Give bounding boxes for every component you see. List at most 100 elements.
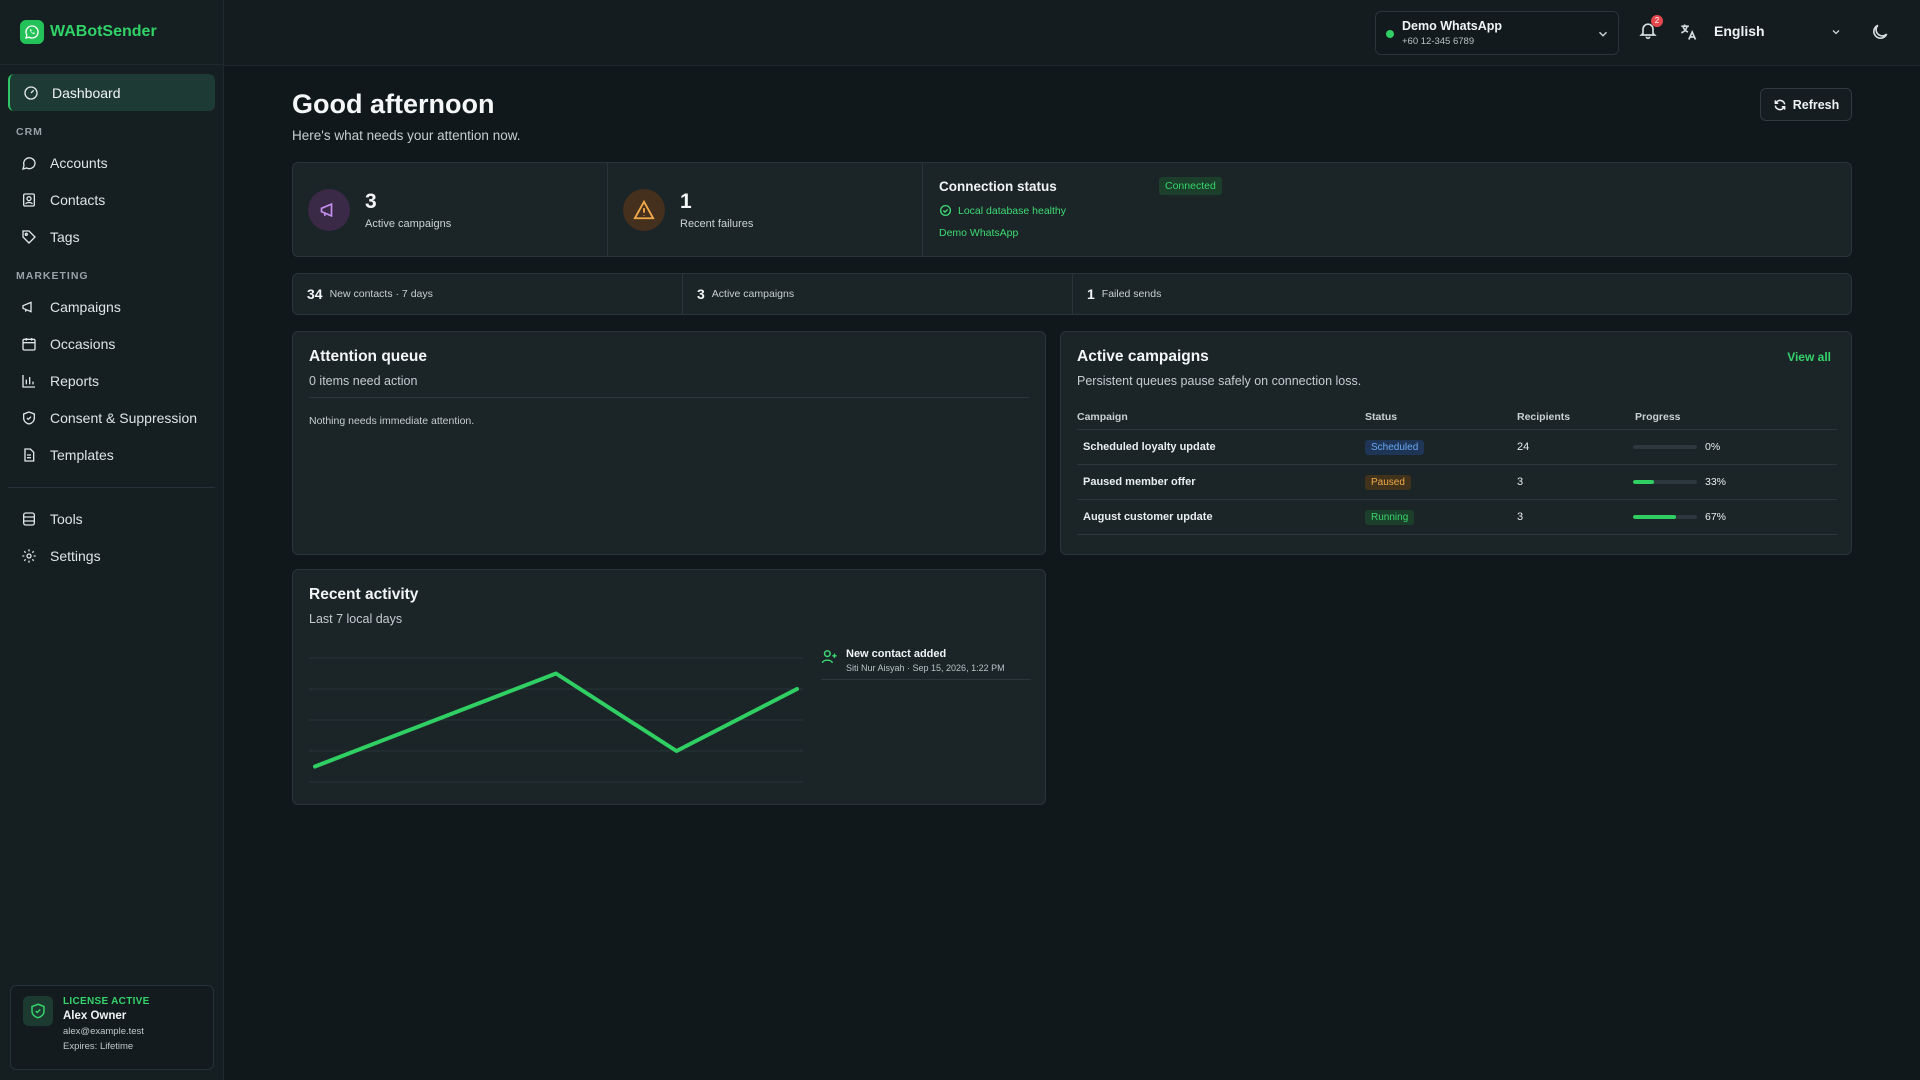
stat-active-campaigns: 3 Active campaigns — [293, 163, 608, 256]
column-header: Campaign — [1077, 410, 1128, 423]
campaigns-table: Campaign Status Recipients Progress Sche… — [1077, 404, 1837, 535]
progress-bar — [1633, 515, 1697, 519]
brand[interactable]: WABotSender — [0, 0, 223, 65]
stat-label: Active campaigns — [365, 217, 452, 230]
status-badge: Connected — [1159, 177, 1222, 195]
sidebar-item-label: Consent & Suppression — [50, 409, 198, 426]
sidebar-item-reports[interactable]: Reports — [8, 362, 215, 399]
file-text-icon — [20, 446, 38, 464]
status-badge: Running — [1365, 509, 1415, 525]
license-owner-name: Alex Owner — [63, 1010, 127, 1022]
megaphone-icon — [308, 188, 350, 231]
card-subtitle: Last 7 local days — [309, 612, 403, 626]
recipients-count: 3 — [1517, 476, 1524, 488]
sidebar-item-label: Templates — [50, 446, 114, 463]
license-status: LICENSE ACTIVE — [63, 996, 150, 1007]
sidebar-item-tools[interactable]: Tools — [8, 500, 215, 537]
summary-label: New contacts · 7 days — [329, 288, 433, 300]
table-row[interactable]: Scheduled loyalty update Scheduled 24 0% — [1077, 430, 1837, 465]
connection-status-panel: Connection status Connected Local databa… — [923, 163, 1851, 256]
table-row[interactable]: August customer update Running 3 67% — [1077, 500, 1837, 535]
summary-value: 3 — [697, 286, 705, 302]
card-title: Attention queue — [309, 348, 427, 365]
sidebar-item-campaigns[interactable]: Campaigns — [8, 288, 215, 325]
table-row[interactable]: Paused member offer Paused 3 33% — [1077, 465, 1837, 500]
whatsapp-account-select[interactable]: Demo WhatsApp +60 12-345 6789 — [1375, 11, 1619, 55]
connection-status-dot — [1386, 30, 1394, 38]
sidebar-item-contacts[interactable]: Contacts — [8, 181, 215, 218]
stats-card: 3 Active campaigns 1 Recent failures Con… — [292, 162, 1852, 257]
stat-value: 1 — [680, 189, 692, 213]
progress-percent: 67% — [1705, 511, 1727, 523]
connection-title: Connection status — [939, 179, 1057, 194]
shield-check-icon — [20, 409, 38, 427]
refresh-label: Refresh — [1792, 97, 1840, 112]
sidebar-nav: Dashboard CRM Accounts Contacts Tags MAR… — [0, 65, 223, 574]
card-title: Recent activity — [309, 586, 419, 603]
status-badge: Scheduled — [1365, 439, 1425, 455]
sidebar-item-label: Occasions — [50, 335, 116, 352]
recent-activity-card: Recent activity Last 7 local days New co… — [292, 569, 1046, 805]
card-subtitle: 0 items need action — [309, 374, 418, 388]
sidebar-item-label: Contacts — [50, 191, 106, 208]
database-icon — [20, 510, 38, 528]
db-status-text: Local database healthy — [958, 204, 1066, 217]
sidebar-item-templates[interactable]: Templates — [8, 436, 215, 473]
sidebar-item-label: Settings — [50, 547, 101, 564]
list-item[interactable]: New contact added Siti Nur Aisyah · Sep … — [821, 648, 1031, 680]
summary-label: Failed sends — [1101, 288, 1162, 300]
table-header-row: Campaign Status Recipients Progress — [1077, 404, 1837, 430]
gear-icon — [20, 547, 38, 565]
sidebar-item-occasions[interactable]: Occasions — [8, 325, 215, 362]
language-select[interactable]: English — [1714, 23, 1839, 39]
nav-divider — [8, 487, 215, 488]
column-header: Status — [1365, 410, 1398, 423]
megaphone-icon — [20, 298, 38, 316]
nav-group-crm: CRM — [16, 126, 43, 138]
campaign-name: Paused member offer — [1083, 476, 1196, 488]
sidebar-item-consent-suppression[interactable]: Consent & Suppression — [8, 399, 215, 436]
divider — [309, 397, 1029, 398]
connection-account-link[interactable]: Demo WhatsApp — [939, 227, 1835, 239]
empty-state-text: Nothing needs immediate attention. — [309, 415, 475, 427]
license-expiry: Expires: Lifetime — [63, 1041, 134, 1052]
stat-label: Recent failures — [680, 217, 754, 230]
gauge-icon — [22, 84, 40, 102]
db-status: Local database healthy — [939, 204, 1835, 217]
check-circle-icon — [939, 204, 952, 217]
activity-line-chart — [309, 657, 803, 783]
refresh-icon — [1773, 98, 1787, 112]
sidebar-item-accounts[interactable]: Accounts — [8, 144, 215, 181]
summary-active-campaigns: 3 Active campaigns — [683, 274, 1073, 314]
brand-name: WABotSender — [50, 23, 157, 40]
sidebar-item-label: Campaigns — [50, 298, 121, 315]
chevron-down-icon — [1596, 27, 1610, 41]
activity-meta: Siti Nur Aisyah · Sep 15, 2026, 1:22 PM — [846, 663, 1005, 673]
progress-bar-fill — [1633, 515, 1676, 519]
status-badge: Paused — [1365, 474, 1411, 490]
warning-triangle-icon — [623, 188, 665, 231]
top-header: Demo WhatsApp +60 12-345 6789 2 English — [224, 0, 1920, 66]
sidebar-item-settings[interactable]: Settings — [8, 537, 215, 574]
progress-bar — [1633, 445, 1697, 449]
summary-label: Active campaigns — [711, 288, 795, 300]
view-all-link[interactable]: View all — [1787, 350, 1831, 364]
user-plus-icon — [821, 648, 838, 673]
column-header: Recipients — [1517, 410, 1571, 423]
campaign-name: August customer update — [1083, 511, 1213, 523]
moon-icon[interactable] — [1870, 22, 1890, 42]
progress-bar-fill — [1633, 480, 1655, 484]
translate-icon — [1678, 22, 1698, 42]
sidebar-item-tags[interactable]: Tags — [8, 218, 215, 255]
recipients-count: 24 — [1517, 441, 1530, 453]
license-card[interactable]: LICENSE ACTIVE Alex Owner alex@example.t… — [10, 985, 214, 1070]
campaign-name: Scheduled loyalty update — [1083, 441, 1216, 453]
sidebar-item-label: Tags — [50, 228, 80, 245]
shield-check-icon — [23, 996, 53, 1026]
summary-value: 1 — [1087, 286, 1095, 302]
whatsapp-logo-icon — [20, 20, 44, 44]
refresh-button[interactable]: Refresh — [1760, 88, 1852, 121]
nav-group-marketing: MARKETING — [16, 270, 89, 282]
sidebar-item-dashboard[interactable]: Dashboard — [8, 74, 215, 111]
sidebar: WABotSender Dashboard CRM Accounts Conta… — [0, 0, 224, 1080]
